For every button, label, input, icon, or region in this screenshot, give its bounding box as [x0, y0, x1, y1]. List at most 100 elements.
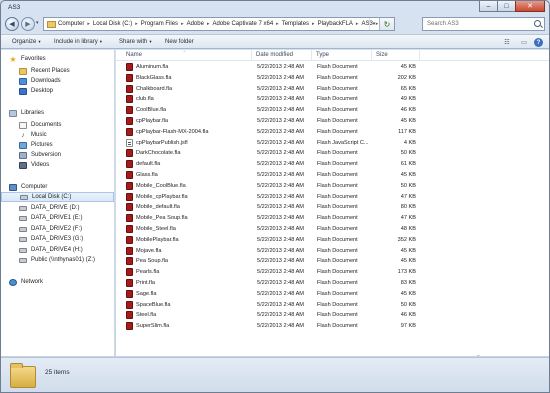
file-type: Flash Document — [317, 247, 358, 254]
file-date-modified: 5/22/2013 2:48 AM — [257, 128, 304, 135]
address-history-dropdown-icon[interactable]: ▾ — [369, 18, 378, 30]
sidebar-network[interactable]: Network — [1, 277, 114, 287]
sidebar-item-data-drive2-f[interactable]: DATA_DRIVE2 (F:) — [1, 224, 114, 234]
file-row[interactable]: Mobile_Pea Soup.fla 5/22/2013 2:48 AM Flas… — [116, 213, 549, 224]
file-row[interactable]: default.fla 5/22/2013 2:48 AM Flash Docume… — [116, 159, 549, 170]
breadcrumb-chevron-icon[interactable]: ▸ — [181, 21, 184, 27]
breadcrumb-segment[interactable]: Computer ▸ — [58, 21, 93, 27]
file-row[interactable]: club.fla 5/22/2013 2:48 AM Flash Document 4… — [116, 94, 549, 105]
search-input[interactable]: Search AS3 — [422, 17, 545, 31]
sidebar-item-recent-places[interactable]: Recent Places — [1, 66, 114, 76]
breadcrumb-chevron-icon[interactable]: ▸ — [87, 21, 90, 27]
desktop-icon — [19, 87, 27, 95]
file-date-modified: 5/22/2013 2:48 AM — [257, 150, 304, 157]
file-row[interactable]: Aluminum.fla 5/22/2013 2:48 AM Flash Docum… — [116, 62, 549, 73]
file-row[interactable]: cpPlaybar-Flash-MX-2004.fla 5/22/2013 2:4… — [116, 127, 549, 138]
title-bar[interactable]: AS3 – □ ✕ — [1, 1, 549, 14]
sidebar-item-data-drive4-h[interactable]: DATA_DRIVE4 (H:) — [1, 245, 114, 255]
sidebar-item-local-disk-c[interactable]: Local Disk (C:) — [1, 192, 114, 202]
file-name: default.fla — [136, 161, 161, 168]
column-header-name[interactable]: ^ Name — [116, 50, 252, 61]
sidebar-favorites[interactable]: ★ Favorites — [1, 54, 114, 64]
library-icon — [9, 109, 17, 117]
file-row[interactable]: SuperSlim.fla 5/22/2013 2:48 AM Flash Docu… — [116, 321, 549, 332]
file-row[interactable]: Pearls.fla 5/22/2013 2:48 AM Flash Documen… — [116, 267, 549, 278]
sidebar-item-public-z[interactable]: Public (\\nthynas01) (Z:) — [1, 255, 114, 265]
file-row[interactable]: Mobile_default.fla 5/22/2013 2:48 AM Flash… — [116, 202, 549, 213]
sidebar-item-subversion[interactable]: Subversion — [1, 150, 114, 160]
fla-file-icon — [126, 171, 133, 179]
breadcrumb-segment[interactable]: Program Files ▸ — [141, 21, 187, 27]
sidebar-item-downloads[interactable]: Downloads — [1, 76, 114, 86]
details-pane: 25 items — [1, 357, 549, 392]
file-row[interactable]: BlackGlass.fla 5/22/2013 2:48 AM Flash Doc… — [116, 73, 549, 84]
column-header-type[interactable]: Type — [312, 50, 372, 61]
breadcrumb-chevron-icon[interactable]: ▸ — [312, 21, 315, 27]
breadcrumb-chevron-icon[interactable]: ▸ — [207, 21, 210, 27]
file-row[interactable]: Glass.fla 5/22/2013 2:48 AM Flash Document… — [116, 170, 549, 181]
breadcrumb-segment[interactable]: Templates ▸ — [282, 21, 318, 27]
breadcrumb-segment[interactable]: Local Disk (C:) ▸ — [93, 21, 141, 27]
file-row[interactable]: Chalkboard.fla 5/22/2013 2:48 AM Flash Doc… — [116, 84, 549, 95]
file-row[interactable]: MobilePlaybar.fla 5/22/2013 2:48 AM Flash … — [116, 235, 549, 246]
file-row[interactable]: Mobile_CoolBlue.fla 5/22/2013 2:48 AM Flas… — [116, 181, 549, 192]
sidebar-item-data-drive3-g[interactable]: DATA_DRIVE3 (G:) — [1, 234, 114, 244]
sidebar-item-pictures[interactable]: Pictures — [1, 140, 114, 150]
forward-arrow-icon[interactable]: ▶ — [21, 17, 35, 31]
sidebar-item-desktop[interactable]: Desktop — [1, 86, 114, 96]
close-button[interactable]: ✕ — [515, 1, 545, 12]
file-date-modified: 5/22/2013 2:48 AM — [257, 107, 304, 114]
breadcrumb-chevron-icon[interactable]: ▸ — [135, 21, 138, 27]
mouse-cursor-icon — [475, 354, 485, 356]
breadcrumb-segment[interactable]: Adobe Captivate 7 x64 ▸ — [212, 21, 281, 27]
file-size: 45 KB — [400, 247, 416, 254]
file-row[interactable]: Steel.fla 5/22/2013 2:48 AM Flash Document… — [116, 310, 549, 321]
file-row[interactable]: DarkChocolate.fla 5/22/2013 2:48 AM Flash … — [116, 148, 549, 159]
refresh-icon[interactable]: ↻ — [379, 18, 394, 30]
column-header-size[interactable]: Size — [372, 50, 420, 61]
file-row[interactable]: Print.fla 5/22/2013 2:48 AM Flash Document… — [116, 278, 549, 289]
breadcrumb-segment[interactable]: PlaybackFLA ▸ — [318, 21, 362, 27]
help-icon[interactable]: ? — [534, 38, 543, 47]
file-row[interactable]: Pea Soup.fla 5/22/2013 2:48 AM Flash Docum… — [116, 256, 549, 267]
sidebar-item-music[interactable]: ♪ Music — [1, 130, 114, 140]
file-type: Flash Document — [317, 118, 358, 124]
address-bar[interactable]: Computer ▸ Local Disk (C:) ▸ Program Files ▸ A… — [43, 17, 395, 31]
file-row[interactable]: SpaceBlue.fla 5/22/2013 2:48 AM Flash Docu… — [116, 300, 549, 311]
file-row[interactable]: cpPlaybar.fla 5/22/2013 2:48 AM Flash Docu… — [116, 116, 549, 127]
sidebar-computer[interactable]: Computer — [1, 182, 114, 192]
column-header-date[interactable]: Date modified — [252, 50, 312, 61]
back-arrow-icon[interactable]: ◀ — [5, 17, 19, 31]
file-row[interactable]: Mobile_Steel.fla 5/22/2013 2:48 AM Flash D… — [116, 224, 549, 235]
file-row[interactable]: cpPlaybarPublish.jsfl 5/22/2013 2:48 AM Fl… — [116, 138, 549, 149]
breadcrumb-chevron-icon[interactable]: ▸ — [356, 21, 359, 27]
file-name: SuperSlim.fla — [136, 323, 170, 330]
file-row[interactable]: Mobile_cpPlaybar.fla 5/22/2013 2:48 AM Fla… — [116, 192, 549, 203]
maximize-button[interactable]: □ — [497, 1, 516, 12]
drive-icon — [19, 215, 27, 221]
search-icon[interactable] — [534, 20, 541, 27]
breadcrumb-chevron-icon[interactable]: ▸ — [276, 21, 279, 27]
share-with-menu[interactable]: Share with ▾ — [119, 39, 152, 45]
minimize-button[interactable]: – — [479, 1, 498, 12]
sidebar-item-data-drive-d[interactable]: DATA_DRIVE (D:) — [1, 203, 114, 213]
file-row[interactable]: Sage.fla 5/22/2013 2:48 AM Flash Document 4… — [116, 289, 549, 300]
breadcrumb-segment[interactable]: Adobe ▸ — [187, 21, 213, 27]
file-date-modified: 5/22/2013 2:48 AM — [257, 280, 304, 286]
include-in-library-menu[interactable]: Include in library ▾ — [54, 39, 102, 45]
sidebar-libraries[interactable]: Libraries — [1, 108, 114, 118]
sidebar-item-data-drive4-h-label: DATA_DRIVE4 (H:) — [31, 247, 83, 253]
preview-pane-icon[interactable]: ▭ — [517, 37, 531, 47]
file-row[interactable]: Mojave.fla 5/22/2013 2:48 AM Flash Documen… — [116, 246, 549, 257]
recent-pages-dropdown-icon[interactable]: ▾ — [36, 20, 39, 26]
file-date-modified: 5/22/2013 2:48 AM — [257, 226, 304, 232]
sidebar-item-documents[interactable]: Documents — [1, 120, 114, 130]
organize-menu[interactable]: Organize ▾ — [12, 39, 41, 45]
new-folder-button[interactable]: New folder — [165, 39, 194, 45]
change-view-icon[interactable]: ☷ — [500, 37, 514, 47]
view-controls: ☷ ▭ ? — [500, 37, 543, 47]
sidebar-item-data-drive1-e[interactable]: DATA_DRIVE1 (E:) — [1, 213, 114, 223]
sidebar-item-videos[interactable]: Videos — [1, 160, 114, 170]
file-name: cpPlaybarPublish.jsfl — [136, 139, 188, 146]
file-row[interactable]: CoolBlue.fla 5/22/2013 2:48 AM Flash Docum… — [116, 105, 549, 116]
